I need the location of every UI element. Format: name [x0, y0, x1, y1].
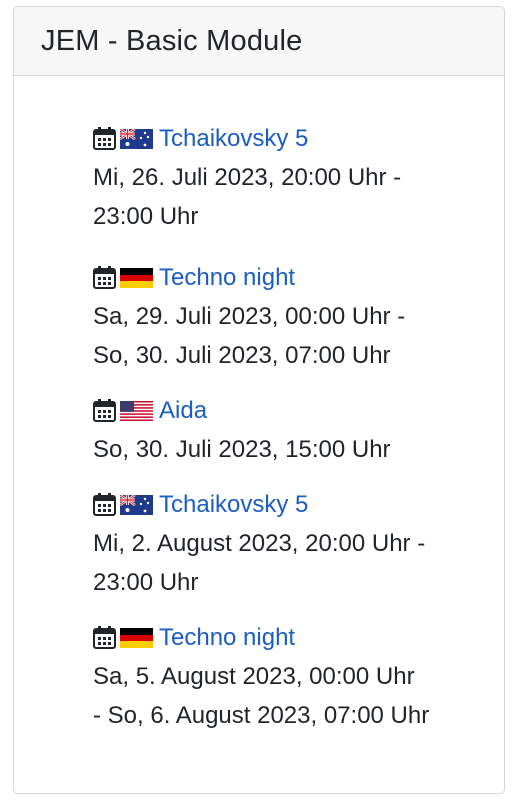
australia-flag-icon	[120, 128, 153, 149]
event-date-line: Sa, 5. August 2023, 00:00 Uhr	[93, 663, 415, 690]
event-link[interactable]: Tchaikovsky 5	[159, 119, 308, 158]
calendar-icon	[93, 399, 116, 422]
module-title: JEM - Basic Module	[41, 24, 303, 57]
calendar-icon	[93, 626, 116, 649]
event-date-line: 23:00 Uhr	[93, 569, 199, 596]
event-link[interactable]: Aida	[159, 391, 207, 430]
event-date-line: Mi, 26. Juli 2023, 20:00 Uhr -	[93, 164, 402, 191]
list-item: Tchaikovsky 5 Mi, 26. Juli 2023, 20:00 U…	[93, 119, 503, 236]
event-date-line: Mi, 2. August 2023, 20:00 Uhr -	[93, 530, 426, 557]
list-item: Aida So, 30. Juli 2023, 15:00 Uhr	[93, 391, 503, 469]
event-link[interactable]: Techno night	[159, 618, 295, 657]
event-head: Techno night	[93, 258, 503, 297]
event-date-line: So, 30. Juli 2023, 07:00 Uhr	[93, 342, 391, 369]
event-date-line: Sa, 29. Juli 2023, 00:00 Uhr -	[93, 303, 406, 330]
calendar-icon	[93, 266, 116, 289]
list-item: Tchaikovsky 5 Mi, 2. August 2023, 20:00 …	[93, 485, 503, 602]
event-head: Tchaikovsky 5	[93, 119, 503, 158]
calendar-icon	[93, 127, 116, 150]
event-head: Aida	[93, 391, 503, 430]
module-header: JEM - Basic Module	[14, 7, 504, 76]
list-item: Techno night Sa, 5. August 2023, 00:00 U…	[93, 618, 503, 735]
module-card: JEM - Basic Module Tchaikovsky 5 Mi, 26.…	[13, 6, 505, 794]
event-link[interactable]: Techno night	[159, 258, 295, 297]
australia-flag-icon	[120, 494, 153, 515]
event-link[interactable]: Tchaikovsky 5	[159, 485, 308, 524]
event-head: Techno night	[93, 618, 503, 657]
event-date-line: So, 30. Juli 2023, 15:00 Uhr	[93, 436, 391, 463]
event-head: Tchaikovsky 5	[93, 485, 503, 524]
usa-flag-icon	[120, 400, 153, 421]
calendar-icon	[93, 493, 116, 516]
event-date-line: 23:00 Uhr	[93, 203, 199, 230]
event-date-line: - So, 6. August 2023, 07:00 Uhr	[93, 702, 430, 729]
germany-flag-icon	[120, 267, 153, 288]
germany-flag-icon	[120, 627, 153, 648]
list-item: Techno night Sa, 29. Juli 2023, 00:00 Uh…	[93, 258, 503, 375]
